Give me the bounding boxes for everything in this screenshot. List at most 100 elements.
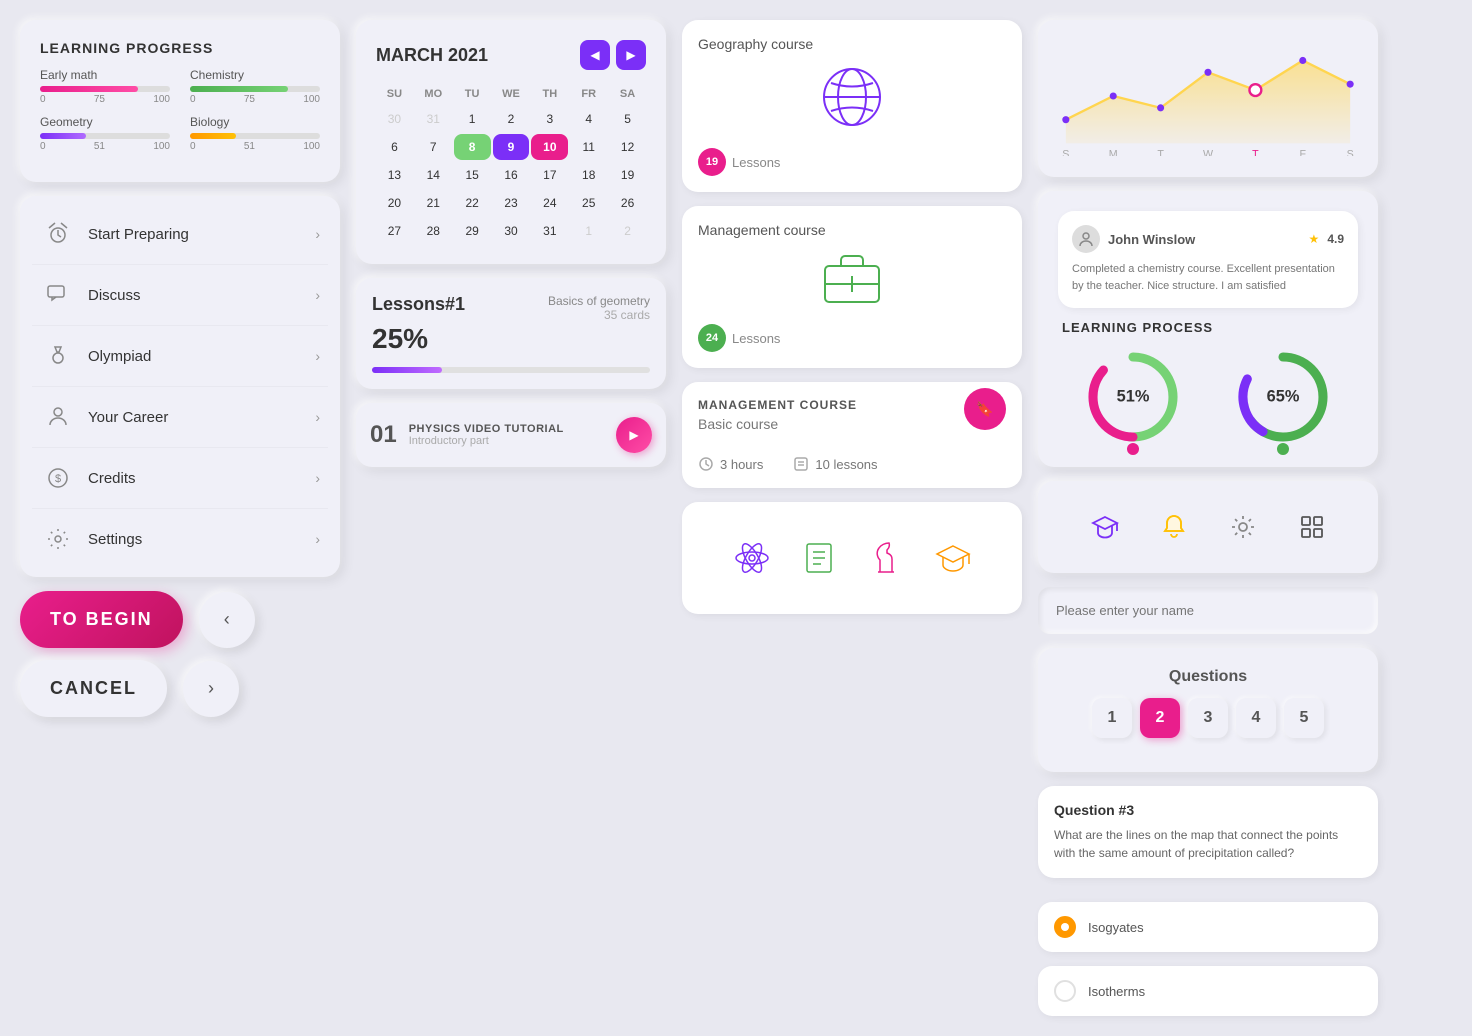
cal-day[interactable]: 3 (531, 106, 568, 132)
answer-option-1[interactable]: Isogyates (1038, 902, 1378, 952)
progress-label-chemistry: Chemistry (190, 68, 320, 82)
progress-markers-earlymath: 075100 (40, 94, 170, 105)
cal-day[interactable]: 31 (531, 218, 568, 244)
cal-day[interactable]: 7 (415, 134, 452, 160)
progress-item-earlymath: Early math 075100 (40, 68, 170, 105)
cal-day-selected[interactable]: 9 (493, 134, 530, 160)
begin-button[interactable]: TO BEGIN (20, 591, 183, 648)
menu-item-credits[interactable]: $ Credits › (32, 448, 328, 509)
question-detail-card: Question #3 What are the lines on the ma… (1038, 786, 1378, 878)
q-num-4[interactable]: 4 (1236, 698, 1276, 738)
answer-radio-selected (1054, 916, 1076, 938)
management-course-title: Management course (698, 222, 1006, 238)
lesson-number: Lessons#1 (372, 294, 465, 315)
lesson-bar-fill (372, 367, 442, 373)
cal-day[interactable]: 2 (493, 106, 530, 132)
cal-day[interactable]: 12 (609, 134, 646, 160)
cal-day[interactable]: 31 (415, 106, 452, 132)
cal-day[interactable]: 30 (376, 106, 413, 132)
reviewer-name: John Winslow (1108, 232, 1195, 247)
q-num-5[interactable]: 5 (1284, 698, 1324, 738)
cal-day-today[interactable]: 8 (454, 134, 491, 160)
name-input[interactable] (1038, 587, 1378, 634)
chevron-right-icon5: › (315, 470, 320, 486)
answer-radio-2 (1054, 980, 1076, 1002)
atom-icon[interactable] (732, 538, 772, 578)
cal-day[interactable]: 25 (570, 190, 607, 216)
answer-option-2[interactable]: Isotherms (1038, 966, 1378, 1016)
menu-label-olympiad: Olympiad (88, 348, 315, 365)
cal-day[interactable]: 29 (454, 218, 491, 244)
cal-day[interactable]: 4 (570, 106, 607, 132)
q-num-2[interactable]: 2 (1140, 698, 1180, 738)
cal-day[interactable]: 21 (415, 190, 452, 216)
bell-icon[interactable] (1154, 507, 1194, 547)
graduation-cap-icon[interactable] (1085, 507, 1125, 547)
cal-day[interactable]: 28 (415, 218, 452, 244)
subject-icons-card (682, 502, 1022, 614)
book-icon[interactable] (799, 538, 839, 578)
menu-label-your-career: Your Career (88, 409, 315, 426)
cal-day[interactable]: 22 (454, 190, 491, 216)
menu-item-olympiad[interactable]: Olympiad › (32, 326, 328, 387)
cal-day[interactable]: 1 (454, 106, 491, 132)
settings-icon (40, 521, 76, 557)
calendar-card: MARCH 2021 ◀ ▶ SU MO TU WE TH FR SA 30 3… (356, 20, 666, 264)
gear-icon[interactable] (1223, 507, 1263, 547)
menu-item-your-career[interactable]: Your Career › (32, 387, 328, 448)
cal-day[interactable]: 15 (454, 162, 491, 188)
progress-fill-biology (190, 133, 236, 139)
cal-day[interactable]: 20 (376, 190, 413, 216)
menu-item-settings[interactable]: Settings › (32, 509, 328, 569)
answer-label-1: Isogyates (1088, 920, 1144, 935)
cal-day[interactable]: 17 (531, 162, 568, 188)
chess-horse-icon[interactable] (866, 538, 906, 578)
cal-day[interactable]: 23 (493, 190, 530, 216)
q-num-3[interactable]: 3 (1188, 698, 1228, 738)
cancel-button[interactable]: CANCEL (20, 660, 167, 717)
cal-day[interactable]: 19 (609, 162, 646, 188)
cal-day[interactable]: 18 (570, 162, 607, 188)
cal-day[interactable]: 2 (609, 218, 646, 244)
review-text: Completed a chemistry course. Excellent … (1072, 261, 1344, 294)
video-title: PHYSICS VIDEO TUTORIAL (409, 423, 604, 435)
cal-day[interactable]: 6 (376, 134, 413, 160)
cal-day[interactable]: 30 (493, 218, 530, 244)
chevron-right-icon2: › (315, 287, 320, 303)
graduation-icon[interactable] (933, 538, 973, 578)
nav-back-button[interactable]: ‹ (199, 592, 255, 648)
toolbar-icons (1050, 493, 1366, 561)
grid-icon[interactable] (1292, 507, 1332, 547)
management-lessons-count: 24 (698, 324, 726, 352)
progress-item-geometry: Geometry 051100 (40, 115, 170, 152)
calendar-prev-button[interactable]: ◀ (580, 40, 610, 70)
cal-day[interactable]: 14 (415, 162, 452, 188)
progress-track-geometry (40, 133, 170, 139)
q-num-1[interactable]: 1 (1092, 698, 1132, 738)
cal-header-fr: FR (570, 84, 607, 104)
cal-day[interactable]: 11 (570, 134, 607, 160)
video-play-button[interactable]: ▶ (616, 417, 652, 453)
cal-day[interactable]: 1 (570, 218, 607, 244)
calendar-next-button[interactable]: ▶ (616, 40, 646, 70)
cal-day[interactable]: 24 (531, 190, 568, 216)
cal-day[interactable]: 26 (609, 190, 646, 216)
lesson-topic: Basics of geometry (548, 294, 650, 308)
progress-label-biology: Biology (190, 115, 320, 129)
briefcase-icon (698, 248, 1006, 308)
cal-day[interactable]: 27 (376, 218, 413, 244)
medal-icon (40, 338, 76, 374)
progress-markers-chemistry: 075100 (190, 94, 320, 105)
cal-day[interactable]: 13 (376, 162, 413, 188)
menu-item-start-preparing[interactable]: Start Preparing › (32, 204, 328, 265)
menu-item-discuss[interactable]: Discuss › (32, 265, 328, 326)
bookmark-button[interactable]: 🔖 (964, 388, 1006, 430)
cal-day[interactable]: 5 (609, 106, 646, 132)
cal-day[interactable]: 16 (493, 162, 530, 188)
nav-forward-button[interactable]: › (183, 661, 239, 717)
review-star-icon: ★ (1309, 232, 1320, 246)
learning-progress-title: LEARNING PROGRESS (40, 40, 320, 56)
cal-day-selected2[interactable]: 10 (531, 134, 568, 160)
svg-text:W: W (1203, 149, 1214, 156)
video-number: 01 (370, 421, 397, 449)
